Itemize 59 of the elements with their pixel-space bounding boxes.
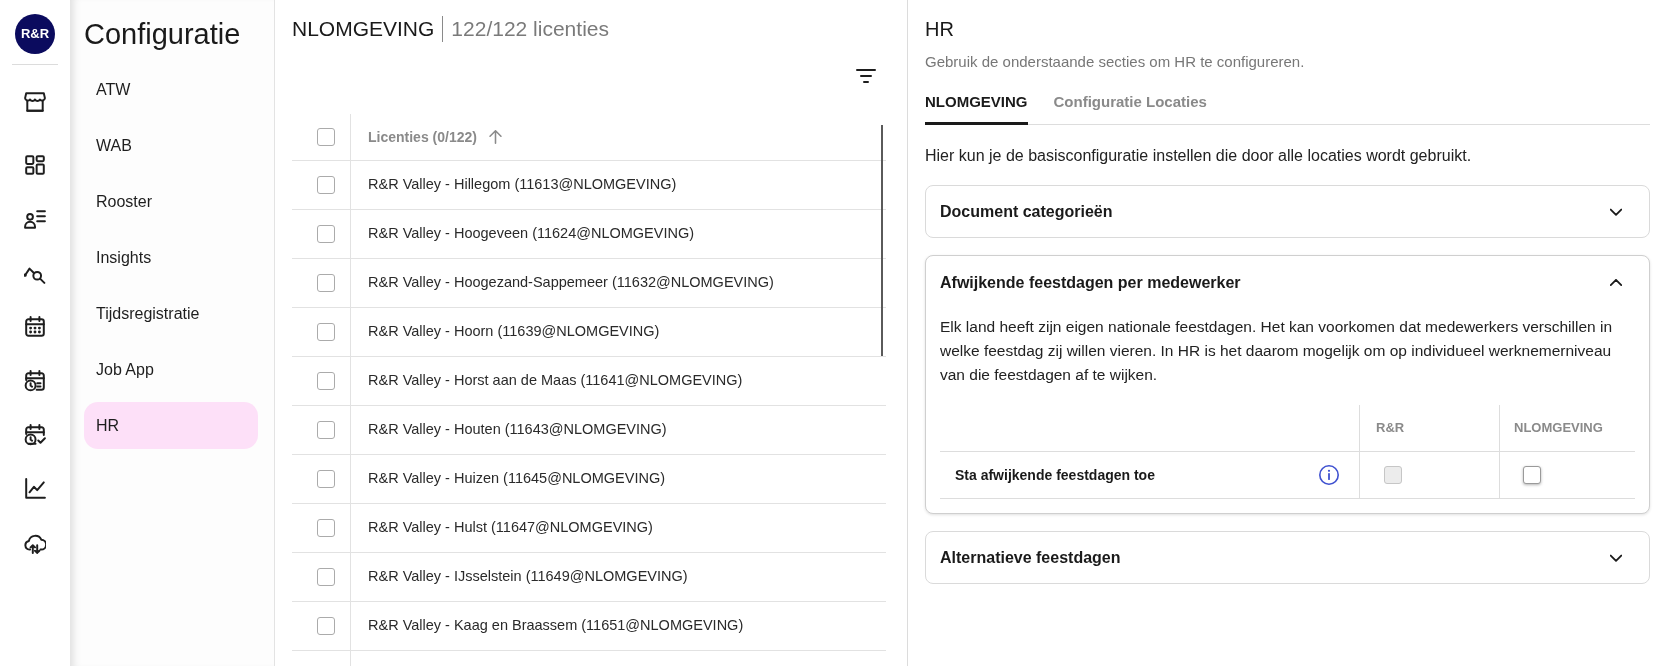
checkbox[interactable] <box>1523 466 1541 484</box>
menu-item[interactable]: ATW <box>84 66 258 113</box>
menu-item[interactable]: Job App <box>84 346 258 393</box>
table-cell-text: R&R Valley - Hulst (11647@NLOMGEVING) <box>368 518 653 538</box>
checkbox[interactable] <box>317 519 335 537</box>
section-description: Elk land heeft zijn eigen nationale feestdagen. Het kan voorkomen dat medewerkers verschillen in welke feestdag zij willen vieren. In HR is het daarom mogelijk om op individueel werknemerniveau van die feestdagen af te wijken. <box>940 317 1614 385</box>
table-cell-text: R&R Valley - Houten (11643@NLOMGEVING) <box>368 420 667 440</box>
checkbox[interactable] <box>317 323 335 341</box>
menu-item[interactable]: Insights <box>84 234 258 281</box>
table-cell-text: R&R Valley - Huizen (11645@NLOMGEVING) <box>368 469 666 489</box>
menu-item[interactable]: Rooster <box>84 178 258 225</box>
page-title: Configuratie <box>84 17 242 52</box>
column-header: R&R <box>1376 419 1405 438</box>
checkbox[interactable] <box>317 128 335 146</box>
checkbox[interactable] <box>317 225 335 243</box>
store-icon[interactable] <box>24 91 46 113</box>
checkbox[interactable] <box>317 274 335 292</box>
app-logo[interactable]: R&R <box>15 14 55 54</box>
scrollbar-thumb[interactable] <box>881 125 883 356</box>
menu-item[interactable]: HR <box>84 402 258 449</box>
chevron-down-icon <box>1610 553 1622 562</box>
chevron-down-icon <box>1610 207 1622 216</box>
accordion-header[interactable]: Alternatieve feestdagen <box>926 532 1649 583</box>
filter-icon[interactable] <box>856 66 876 86</box>
menu-item[interactable]: Tijdsregistratie <box>84 290 258 337</box>
calendar-icon[interactable] <box>24 316 46 338</box>
user-list-icon[interactable] <box>24 208 46 230</box>
table-cell-text: R&R Valley - Hoogeveen (11624@NLOMGEVING) <box>368 224 695 244</box>
calendar-clock-icon[interactable] <box>24 370 46 392</box>
accordion-header[interactable]: Afwijkende feestdagen per medewerker <box>926 256 1649 309</box>
environment-name: NLOMGEVING <box>292 16 435 43</box>
license-count: 122/122 licenties <box>451 16 609 43</box>
section-subtitle: Gebruik de onderstaande secties om HR te configureren. <box>925 52 1306 72</box>
column-header: NLOMGEVING <box>1514 419 1603 438</box>
checkbox[interactable] <box>317 421 335 439</box>
checkbox[interactable] <box>317 470 335 488</box>
checkbox[interactable] <box>317 176 335 194</box>
menu-item[interactable]: WAB <box>84 122 258 169</box>
info-icon[interactable] <box>1319 465 1339 485</box>
arrow-up-icon[interactable] <box>488 130 502 144</box>
dashboard-icon[interactable] <box>24 154 46 176</box>
accordion-header[interactable]: Document categorieën <box>926 186 1649 237</box>
tab[interactable]: NLOMGEVING <box>925 90 1028 125</box>
table-cell-text: R&R Valley - Hillegom (11613@NLOMGEVING) <box>368 175 677 195</box>
table-cell-text: R&R Valley - Kaag en Braassem (11651@NLOMGEVING) <box>368 616 744 636</box>
checkbox[interactable] <box>317 372 335 390</box>
section-title: HR <box>925 17 955 41</box>
checkbox[interactable] <box>317 617 335 635</box>
table-cell-text: R&R Valley - Hoogezand-Sappemeer (11632@NLOMGEVING) <box>368 273 774 293</box>
checkbox[interactable] <box>317 568 335 586</box>
setting-label: Sta afwijkende feestdagen toe <box>955 465 1155 485</box>
calendar-clock-check-icon[interactable] <box>24 424 46 446</box>
table-cell-text: R&R Valley - Hoorn (11639@NLOMGEVING) <box>368 322 660 342</box>
table-cell-text: R&R Valley - Horst aan de Maas (11641@NLOMGEVING) <box>368 371 743 391</box>
intro-text: Hier kun je de basisconfiguratie instellen die door alle locaties wordt gebruikt. <box>925 146 1473 166</box>
chevron-up-icon <box>1610 278 1622 287</box>
line-chart-icon[interactable] <box>24 478 46 500</box>
cloud-sync-icon[interactable] <box>24 532 46 554</box>
table-cell-text: R&R Valley - IJsselstein (11649@NLOMGEVING) <box>368 567 688 587</box>
